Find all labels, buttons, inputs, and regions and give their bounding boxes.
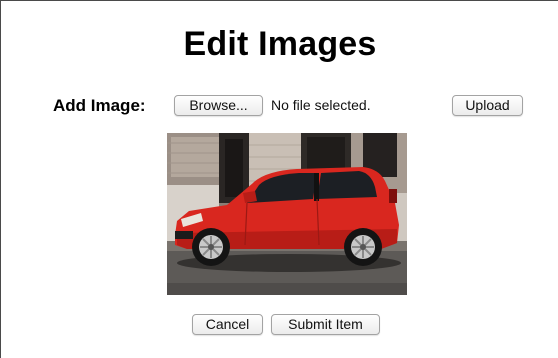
form-actions: Cancel Submit Item xyxy=(1,314,558,336)
file-status-text: No file selected. xyxy=(271,97,371,113)
edit-images-window: Edit Images Add Image: Browse... No file… xyxy=(0,0,558,358)
cancel-button[interactable]: Cancel xyxy=(192,314,263,335)
upload-button[interactable]: Upload xyxy=(452,95,523,116)
add-image-row: Add Image: Browse... No file selected. U… xyxy=(53,95,533,117)
add-image-label: Add Image: xyxy=(53,96,146,115)
page-title: Edit Images xyxy=(183,25,377,63)
submit-item-button[interactable]: Submit Item xyxy=(271,314,380,335)
browse-button[interactable]: Browse... xyxy=(174,95,263,116)
car-image-preview xyxy=(167,133,407,295)
